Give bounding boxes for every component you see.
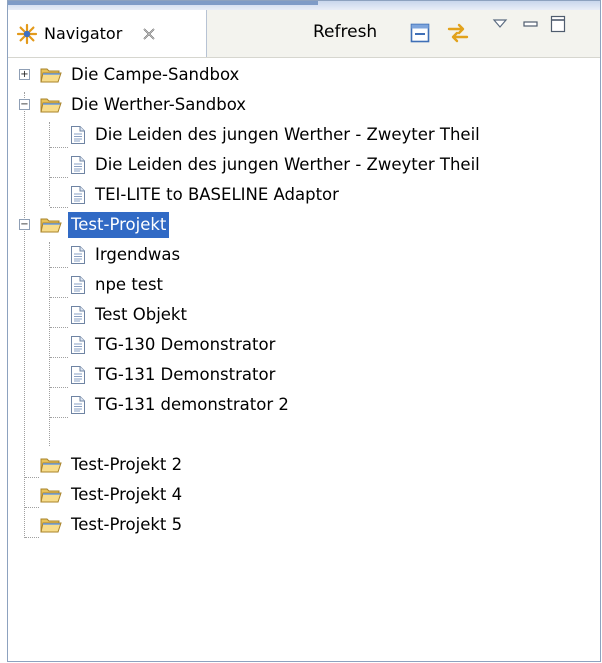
tree-item-label: TEI-LITE to BASELINE Adaptor — [95, 185, 339, 204]
tree-item-label: TG-130 Demonstrator — [95, 335, 276, 354]
document-icon — [70, 395, 86, 415]
folder-icon — [40, 96, 62, 114]
document-icon — [70, 365, 86, 385]
tree-item-label: Die Leiden des jungen Werther - Zweyter … — [95, 155, 480, 174]
expand-toggle[interactable]: + — [19, 69, 30, 80]
tree-item-label: Test-Projekt — [68, 212, 170, 238]
tree-item-label: Test-Projekt 2 — [71, 455, 183, 474]
tree-item-label: TG-131 demonstrator 2 — [95, 395, 289, 414]
document-icon — [70, 245, 86, 265]
folder-icon — [40, 516, 62, 534]
view-menu-icon[interactable] — [492, 18, 508, 30]
tree-item-project[interactable]: Die Campe-Sandbox — [40, 60, 242, 90]
tree-item-project[interactable]: Test-Projekt 2 — [40, 450, 185, 480]
tree-item-label: Test-Projekt 5 — [71, 515, 183, 534]
close-icon[interactable] — [142, 27, 156, 41]
link-with-editor-icon[interactable] — [446, 21, 470, 45]
folder-icon — [40, 66, 62, 84]
collapse-toggle[interactable]: − — [19, 219, 30, 230]
tree-item-file[interactable]: npe test — [70, 270, 166, 300]
tree-item-file[interactable]: TG-131 demonstrator 2 — [70, 390, 292, 420]
document-icon — [70, 305, 86, 325]
document-icon — [70, 185, 86, 205]
view-top-border — [8, 1, 600, 10]
folder-icon — [40, 216, 62, 234]
view-toolbar: Navigator Refresh — [8, 10, 600, 58]
tree-item-project[interactable]: Test-Projekt — [40, 210, 170, 240]
document-icon — [70, 275, 86, 295]
minimize-icon[interactable] — [523, 19, 539, 29]
refresh-button[interactable]: Refresh — [313, 22, 377, 42]
tree-item-label: Test Objekt — [95, 305, 187, 324]
folder-icon — [40, 456, 62, 474]
tree-item-file[interactable]: Die Leiden des jungen Werther - Zweyter … — [70, 120, 483, 150]
resource-tree: + Die Campe-Sandbox − Die Werther-Sandbo… — [8, 58, 600, 658]
collapse-toggle[interactable]: − — [19, 99, 30, 110]
tree-item-file[interactable]: Die Leiden des jungen Werther - Zweyter … — [70, 150, 483, 180]
tree-item-file[interactable]: Irgendwas — [70, 240, 183, 270]
tree-item-label: Test-Projekt 4 — [71, 485, 183, 504]
document-icon — [70, 155, 86, 175]
tree-item-project[interactable]: Test-Projekt 4 — [40, 480, 185, 510]
document-icon — [70, 335, 86, 355]
tree-item-project[interactable]: Test-Projekt 5 — [40, 510, 185, 540]
tree-item-file[interactable]: Test Objekt — [70, 300, 190, 330]
tree-connector — [24, 92, 25, 538]
tree-item-label: npe test — [95, 275, 164, 294]
maximize-icon[interactable] — [550, 15, 566, 33]
tree-item-label: TG-131 Demonstrator — [95, 365, 276, 384]
tab-navigator[interactable]: Navigator — [8, 10, 207, 57]
tree-item-label: Die Leiden des jungen Werther - Zweyter … — [95, 125, 480, 144]
tree-connector — [49, 122, 50, 206]
document-icon — [70, 125, 86, 145]
tree-item-file[interactable]: TG-130 Demonstrator — [70, 330, 278, 360]
tree-item-label: Irgendwas — [95, 245, 181, 264]
collapse-all-icon[interactable] — [410, 23, 430, 43]
folder-icon — [40, 486, 62, 504]
navigator-view: Navigator Refresh + Die Campe-Sandbox − … — [7, 0, 601, 662]
navigator-icon — [16, 23, 38, 44]
tree-item-project[interactable]: Die Werther-Sandbox — [40, 90, 249, 120]
tree-item-label: Die Werther-Sandbox — [71, 95, 247, 114]
tree-connector — [49, 242, 50, 446]
tree-item-label: Die Campe-Sandbox — [71, 65, 240, 84]
tree-item-file[interactable]: TEI-LITE to BASELINE Adaptor — [70, 180, 342, 210]
tree-item-file[interactable]: TG-131 Demonstrator — [70, 360, 278, 390]
tab-title: Navigator — [44, 24, 123, 43]
